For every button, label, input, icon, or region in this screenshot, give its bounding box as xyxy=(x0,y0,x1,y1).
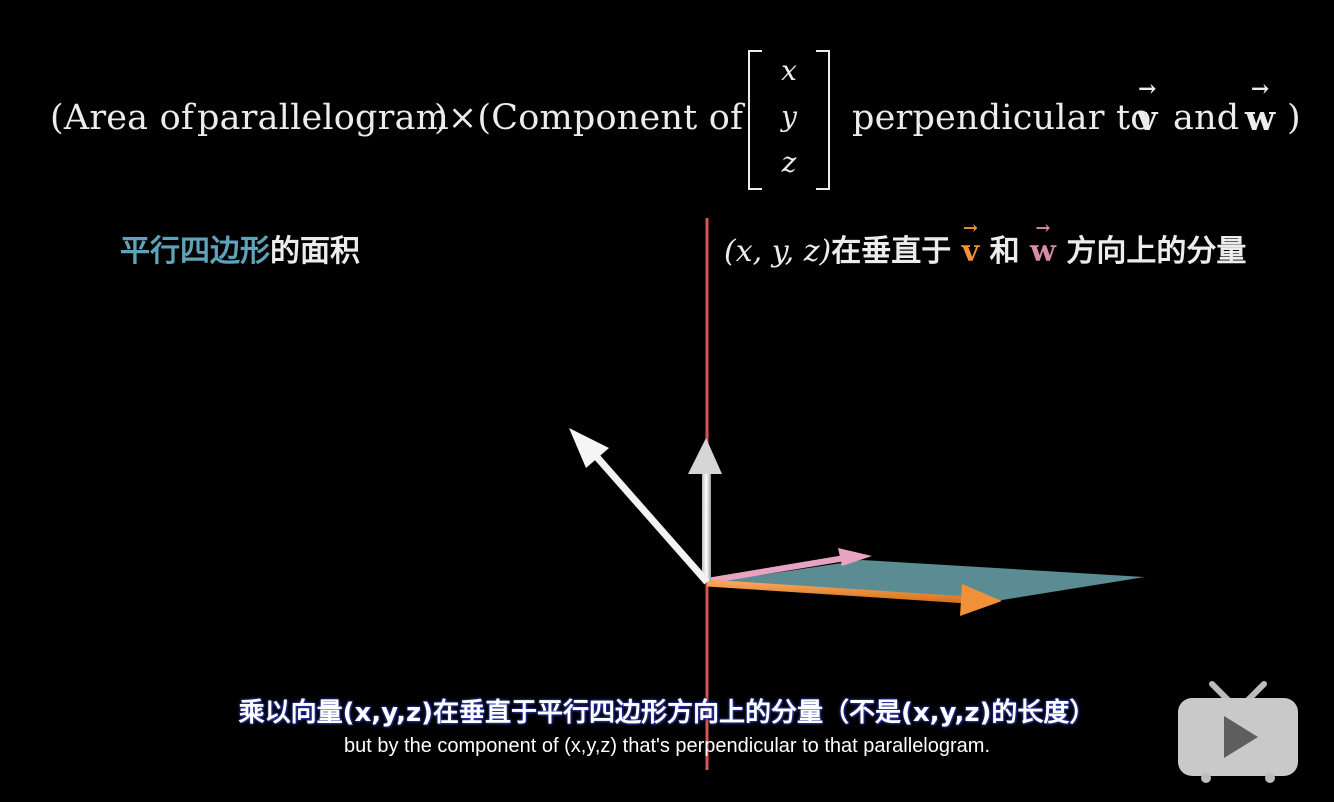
subtitle-chinese: 乘以向量(x,y,z)在垂直于平行四边形方向上的分量（不是(x,y,z)的长度） xyxy=(238,698,1096,728)
subtitle-english: but by the component of (x,y,z) that's p… xyxy=(343,735,990,757)
xyz-vector xyxy=(593,453,710,585)
vertical-vector-arrowhead xyxy=(688,438,722,474)
vertical-vector xyxy=(702,470,711,582)
play-button-tv-icon[interactable] xyxy=(1176,680,1300,784)
vector-scene xyxy=(569,218,1145,770)
